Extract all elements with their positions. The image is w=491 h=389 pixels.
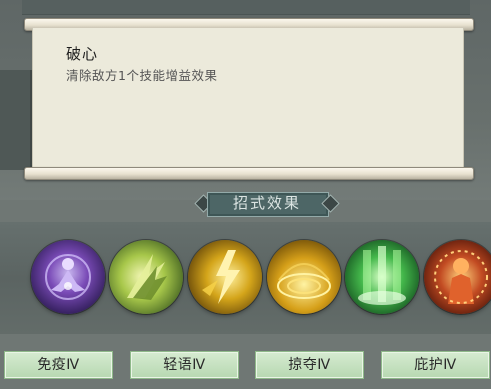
tag-whisper[interactable]: 轻语Ⅳ — [130, 351, 239, 379]
section-header: 招式效果 — [194, 190, 340, 217]
green-aura-icon[interactable] — [345, 240, 419, 314]
scroll-paper: 破心 清除敌方1个技能增益效果 — [32, 28, 464, 170]
tag-shelter[interactable]: 庇护Ⅳ — [381, 351, 490, 379]
tag-immunity[interactable]: 免疫Ⅳ — [4, 351, 113, 379]
tag-plunder[interactable]: 掠夺Ⅳ — [255, 351, 364, 379]
fiery-figure-icon[interactable] — [424, 240, 491, 314]
top-frame-strip — [22, 0, 470, 15]
scroll-bottom-roller — [24, 167, 474, 180]
meditating-figure-icon[interactable] — [31, 240, 105, 314]
green-blade-icon[interactable] — [109, 240, 183, 314]
golden-shield-icon[interactable] — [267, 240, 341, 314]
golden-lightning-icon[interactable] — [188, 240, 262, 314]
section-title: 招式效果 — [232, 194, 301, 212]
skill-name: 破心 — [66, 45, 99, 63]
skill-scroll: 破心 清除敌方1个技能增益效果 — [24, 18, 474, 180]
skill-description: 清除敌方1个技能增益效果 — [66, 68, 218, 83]
